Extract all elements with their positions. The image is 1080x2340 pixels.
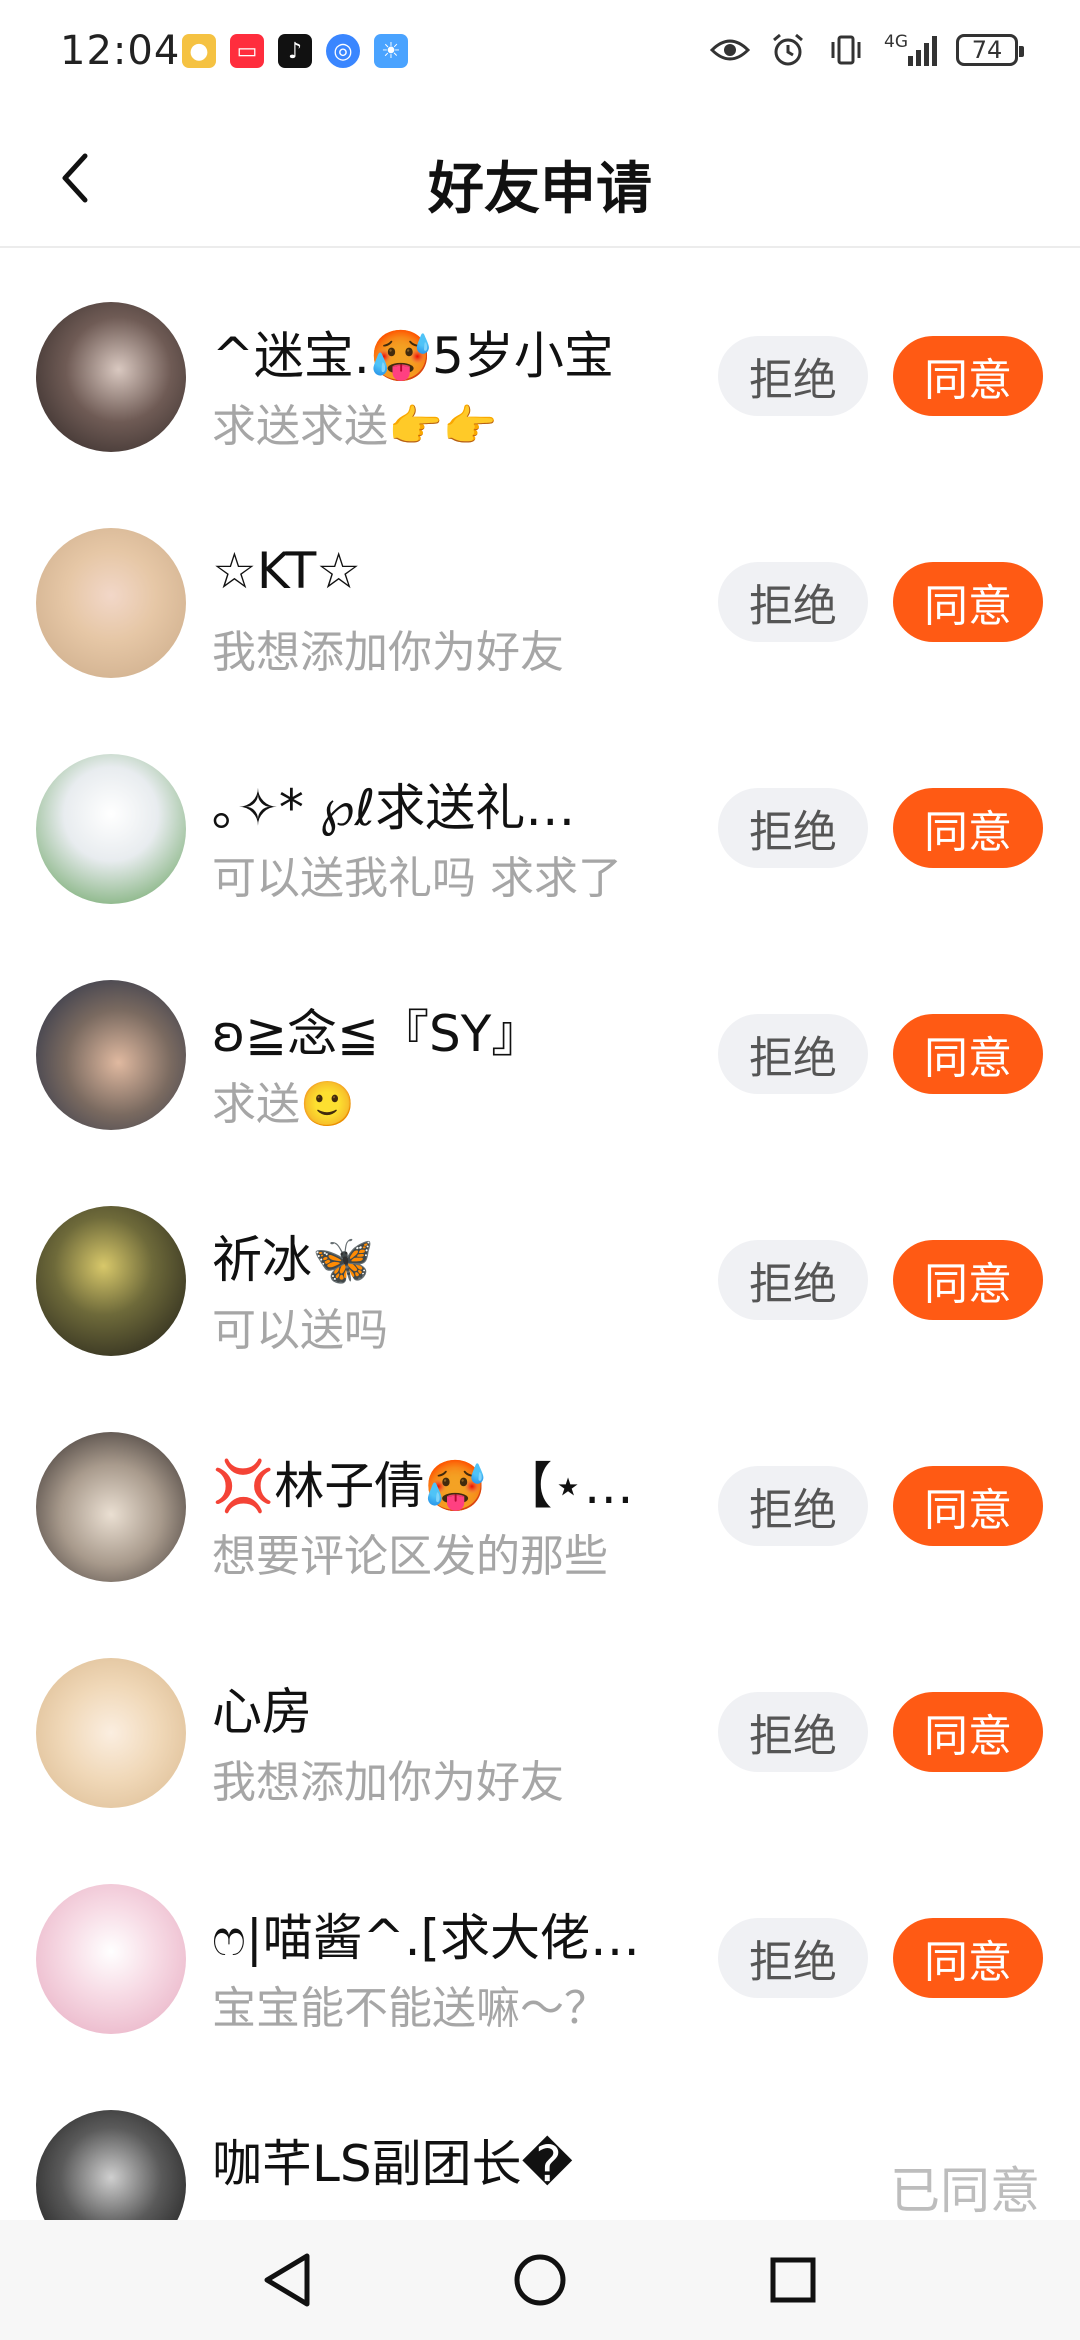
reject-button[interactable]: 拒绝	[718, 1918, 868, 1998]
alarm-icon	[768, 30, 808, 70]
signal-icon: 4G	[884, 30, 938, 70]
back-triangle-icon	[264, 2253, 310, 2307]
status-bar: 12:04 ● ▭ ♪ ◎ ☀ 4G 74	[0, 0, 1080, 110]
request-name: 心房	[212, 1683, 312, 1741]
accept-button[interactable]: 同意	[893, 788, 1043, 868]
reject-button[interactable]: 拒绝	[718, 1240, 868, 1320]
request-row[interactable]: ෆ|喵酱^.[求大佬… 宝宝能不能送嘛～？ 拒绝 同意	[0, 1830, 1080, 2056]
friend-request-list[interactable]: ^迷宝.🥵5岁小宝 求送求送👉👉 拒绝 同意 ☆KT☆ 我想添加你为好友 拒绝 …	[0, 248, 1080, 2220]
request-row[interactable]: 祈冰🦋 可以送吗 拒绝 同意	[0, 1152, 1080, 1378]
system-nav-bar	[0, 2220, 1080, 2340]
red-book-app-icon: ▭	[230, 34, 264, 68]
request-name: ʚ≧念≦『SY』	[212, 1005, 542, 1063]
nav-back-button[interactable]	[252, 2245, 322, 2315]
status-time: 12:04	[60, 28, 181, 74]
request-message: 我想添加你为好友	[212, 1757, 564, 1808]
accept-button[interactable]: 同意	[893, 1918, 1043, 1998]
battery-indicator: 74	[956, 34, 1024, 66]
avatar[interactable]	[36, 528, 186, 678]
accept-button[interactable]: 同意	[893, 1240, 1043, 1320]
request-message: 可以送我礼吗 求求了	[212, 853, 622, 904]
nav-recents-button[interactable]	[758, 2245, 828, 2315]
request-name: ｡✧* ℘ℓ求送礼…	[212, 779, 576, 837]
avatar[interactable]	[36, 302, 186, 452]
accept-button[interactable]: 同意	[893, 336, 1043, 416]
reject-button[interactable]: 拒绝	[718, 788, 868, 868]
accept-button[interactable]: 同意	[893, 1014, 1043, 1094]
request-row[interactable]: ^迷宝.🥵5岁小宝 求送求送👉👉 拒绝 同意	[0, 248, 1080, 474]
request-row[interactable]: ʚ≧念≦『SY』 求送🙂 拒绝 同意	[0, 926, 1080, 1152]
avatar[interactable]	[36, 1206, 186, 1356]
request-message: 可以送吗	[212, 1305, 388, 1356]
request-message: 想要评论区发的那些	[212, 1531, 608, 1582]
avatar[interactable]	[36, 754, 186, 904]
monkey-app-icon: ●	[182, 34, 216, 68]
request-message: 求送🙂	[212, 1079, 355, 1130]
header: 好友申请	[0, 110, 1080, 248]
request-name: ^迷宝.🥵5岁小宝	[212, 327, 614, 385]
avatar[interactable]	[36, 1884, 186, 2034]
notification-icons: ● ▭ ♪ ◎ ☀	[182, 34, 408, 68]
network-label: 4G	[884, 31, 908, 52]
request-row[interactable]: ☆KT☆ 我想添加你为好友 拒绝 同意	[0, 474, 1080, 700]
home-circle-icon	[514, 2254, 566, 2306]
accept-button[interactable]: 同意	[893, 1692, 1043, 1772]
reject-button[interactable]: 拒绝	[718, 336, 868, 416]
accept-button[interactable]: 同意	[893, 562, 1043, 642]
reject-button[interactable]: 拒绝	[718, 1014, 868, 1094]
page-title: 好友申请	[428, 157, 652, 222]
avatar[interactable]	[36, 980, 186, 1130]
weather-app-icon: ☀	[374, 34, 408, 68]
request-name: 💢林子倩🥵 【⋆…	[212, 1457, 634, 1515]
accept-button[interactable]: 同意	[893, 1466, 1043, 1546]
avatar[interactable]	[36, 2110, 186, 2220]
request-message: 求送求送👉👉	[212, 401, 498, 452]
request-row[interactable]: ｡✧* ℘ℓ求送礼… 可以送我礼吗 求求了 拒绝 同意	[0, 700, 1080, 926]
reject-button[interactable]: 拒绝	[718, 1692, 868, 1772]
request-name: 咖芊LS副团长�	[212, 2135, 573, 2193]
request-name: ෆ|喵酱^.[求大佬…	[212, 1909, 640, 1967]
status-indicators: 4G 74	[710, 30, 1024, 70]
reject-button[interactable]: 拒绝	[718, 562, 868, 642]
avatar[interactable]	[36, 1658, 186, 1808]
reject-button[interactable]: 拒绝	[718, 1466, 868, 1546]
accepted-status: 已同意	[890, 2162, 1040, 2220]
request-row[interactable]: 心房 我想添加你为好友 拒绝 同意	[0, 1604, 1080, 1830]
recents-square-icon	[770, 2257, 816, 2303]
tiktok-app-icon: ♪	[278, 34, 312, 68]
request-name: 祈冰🦋	[212, 1231, 375, 1289]
eye-icon	[710, 30, 750, 70]
browser-app-icon: ◎	[326, 34, 360, 68]
request-message: 宝宝能不能送嘛～？	[212, 1983, 608, 2034]
request-row[interactable]: 💢林子倩🥵 【⋆… 想要评论区发的那些 拒绝 同意	[0, 1378, 1080, 1604]
request-row[interactable]: 咖芊LS副团长� 已同意	[0, 2056, 1080, 2220]
request-message: 我想添加你为好友	[212, 627, 564, 678]
request-name: ☆KT☆	[212, 542, 362, 600]
vibrate-icon	[826, 30, 866, 70]
avatar[interactable]	[36, 1432, 186, 1582]
nav-home-button[interactable]	[505, 2245, 575, 2315]
